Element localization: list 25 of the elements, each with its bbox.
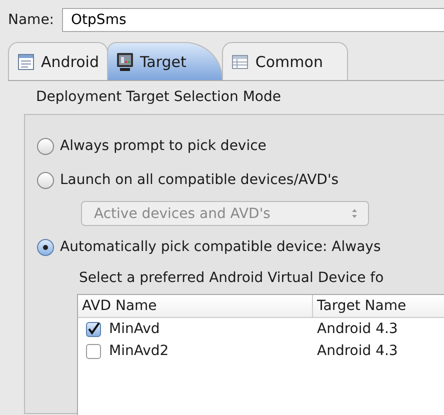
tab[interactable]: Android	[8, 42, 108, 80]
radio-button[interactable]	[37, 138, 54, 154]
table-cell: MinAvd2	[109, 343, 169, 359]
document-icon	[17, 52, 35, 70]
column-header[interactable]: Target Name	[317, 298, 406, 314]
column-header[interactable]: AVD Name	[82, 298, 157, 314]
name-label: Name:	[8, 12, 54, 28]
radio-label[interactable]: Always prompt to pick device	[60, 138, 266, 154]
table-cell: Android 4.3	[317, 343, 398, 359]
checkbox[interactable]	[86, 322, 101, 336]
tab[interactable]: Common	[222, 42, 348, 80]
radio-button[interactable]	[37, 238, 54, 256]
stepper-arrows-icon	[351, 208, 358, 219]
radio-label[interactable]: Launch on all compatible devices/AVD's	[60, 172, 339, 188]
table-icon	[231, 54, 250, 70]
radio-button[interactable]	[37, 172, 54, 188]
table-cell: MinAvd	[109, 321, 160, 337]
avd-prompt: Select a preferred Android Virtual Device fo	[79, 270, 385, 286]
checkbox[interactable]	[86, 344, 101, 358]
table-cell: Android 4.3	[317, 321, 398, 337]
tab[interactable]: Target	[107, 42, 224, 80]
radio-label[interactable]: Automatically pick compatible device: Always	[60, 239, 381, 255]
name-field[interactable]: OtpSms	[62, 8, 444, 32]
monitor-icon	[116, 52, 134, 72]
group-title: Deployment Target Selection Mode	[36, 89, 282, 105]
